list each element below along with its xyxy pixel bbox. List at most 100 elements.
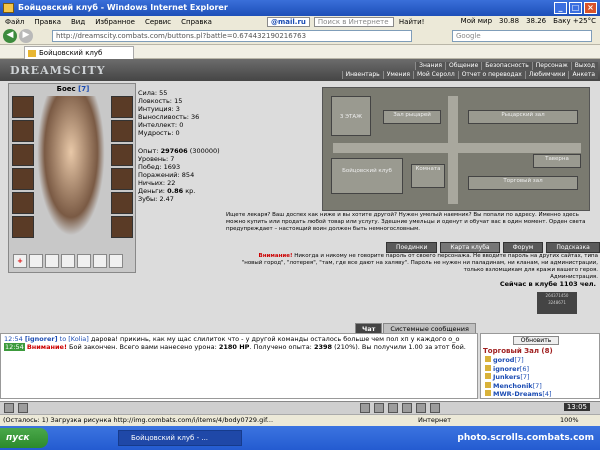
toolbar-btn-4[interactable] (374, 403, 384, 413)
map-hall-knights-2[interactable]: Рыцарский зал (468, 110, 578, 124)
weather: Баку +25°C (553, 17, 596, 25)
user-item[interactable]: Junkers[7] (485, 373, 552, 382)
toolbar-btn-1[interactable] (4, 403, 14, 413)
nav-character[interactable]: Персонаж (531, 62, 571, 70)
toolbar-btn-2[interactable] (18, 403, 28, 413)
hint-button[interactable]: Подсказка (546, 242, 600, 253)
user-item[interactable]: Menchonik[7] (485, 382, 552, 391)
stat-intellect: Интеллект: 0 (138, 121, 184, 129)
online-count: Сейчас в клубе 1103 чел. (499, 280, 596, 288)
slot-gloves[interactable] (111, 168, 133, 190)
toolbar-btn-8[interactable] (430, 403, 440, 413)
nav-profile[interactable]: Анкета (568, 71, 598, 79)
moi-mir-link[interactable]: Мой мир (461, 17, 492, 25)
toolbar-btn-3[interactable] (360, 403, 370, 413)
user-item[interactable]: ignorer[6] (485, 365, 552, 374)
menu-file[interactable]: Файл (0, 18, 29, 26)
nav-security[interactable]: Безопасность (481, 62, 532, 70)
map-fight-club[interactable]: Бойцовский клуб (331, 158, 403, 194)
window-titlebar: Бойцовский клуб - Windows Internet Explo… (0, 0, 600, 16)
status-text: (Осталось: 1) Загрузка рисунка http://im… (3, 416, 274, 424)
mailru-search-input[interactable]: Поиск в Интернете (313, 17, 394, 27)
pocket-slot-5[interactable] (93, 254, 107, 268)
character-figure (37, 96, 105, 236)
slot-belt[interactable] (12, 192, 34, 214)
slot-armor[interactable] (12, 168, 34, 190)
taskbar-item-combats[interactable]: Бойцовский клуб - ... (118, 430, 242, 446)
menu-tools[interactable]: Сервис (140, 18, 176, 26)
refresh-button[interactable]: Обновить (513, 336, 559, 345)
tab-combats[interactable]: Бойцовский клуб (24, 46, 134, 59)
stat-agility: Ловкость: 15 (138, 97, 183, 105)
stat-teeth: Зубы: 2.47 (138, 195, 174, 203)
dreamscity-logo: DREAMSCITY (10, 64, 106, 77)
nav-inventory[interactable]: Инвентарь (341, 71, 383, 79)
map-room[interactable]: Комната (411, 164, 445, 188)
toolbar-btn-7[interactable] (416, 403, 426, 413)
slot-helmet[interactable] (12, 96, 34, 118)
mailru-logo[interactable]: @mail.ru (266, 17, 310, 27)
character-name[interactable]: Боес [7] (9, 84, 137, 94)
url-input[interactable]: http://dreamscity.combats.com/buttons.pl… (52, 30, 412, 42)
health-cross-icon[interactable]: + (13, 254, 27, 268)
pocket-slot-1[interactable] (29, 254, 43, 268)
counter-badge[interactable]: 264371450 3248671 (537, 292, 577, 314)
character-stats: Сила: 55 Ловкость: 15 Интуиция: 3 Выносл… (138, 89, 228, 203)
menu-favorites[interactable]: Избранное (90, 18, 140, 26)
nav-pets[interactable]: Любимчики (524, 71, 569, 79)
nav-knowledge[interactable]: Знания (415, 62, 445, 70)
slot-boots[interactable] (111, 216, 133, 238)
slot-weapon[interactable] (12, 144, 34, 166)
slot-bracer[interactable] (12, 120, 34, 142)
nav-scroll[interactable]: Мой Серолл (413, 71, 458, 79)
chat-line: 12:54 [ignorer] to [Kolia] дарова! прики… (4, 335, 460, 343)
pocket-slot-6[interactable] (109, 254, 123, 268)
slot-shield[interactable] (111, 192, 133, 214)
location-description: Ищете лекаря? Ваш доспех как ниже и вы х… (226, 212, 586, 232)
google-search-input[interactable]: Google (452, 30, 592, 42)
nav-chat[interactable]: Общение (444, 62, 482, 70)
forward-icon[interactable]: ▶ (19, 29, 33, 43)
nav-skills[interactable]: Умения (382, 71, 413, 79)
stock-2: 38.26 (526, 17, 547, 25)
forum-button[interactable]: Форум (502, 242, 544, 253)
map-hall-knights[interactable]: Зал рыцарей (383, 110, 441, 124)
taskbar: пуск Бойцовский клуб - ... photo.scrolls… (0, 426, 600, 450)
nav-transfers[interactable]: Отчет о переводах (457, 71, 525, 79)
stat-money: Деньги: 0.86 кр. (138, 187, 196, 195)
pocket-slot-4[interactable] (77, 254, 91, 268)
slot-amulet[interactable] (111, 120, 133, 142)
map-hall-trade[interactable]: Торговый зал (468, 176, 578, 190)
fights-button[interactable]: Поединки (386, 242, 438, 253)
club-map: 3 ЭТАЖ Зал рыцарей Рыцарский зал Торговы… (322, 87, 590, 211)
zoom-level[interactable]: 100% (560, 415, 579, 426)
character-panel: Боес [7] + (8, 83, 136, 273)
minimize-button[interactable]: _ (554, 2, 567, 14)
user-item[interactable]: MWR-Dreams[4] (485, 390, 552, 399)
slot-earring[interactable] (111, 96, 133, 118)
pocket-slot-2[interactable] (45, 254, 59, 268)
menu-help[interactable]: Справка (176, 18, 217, 26)
map-tavern[interactable]: Таверна (533, 154, 581, 168)
menu-edit[interactable]: Правка (29, 18, 66, 26)
pocket-slot-3[interactable] (61, 254, 75, 268)
menu-view[interactable]: Вид (66, 18, 90, 26)
club-map-button[interactable]: Карта клуба (440, 242, 500, 253)
tab-strip: Бойцовский клуб (0, 45, 600, 59)
toolbar-btn-5[interactable] (388, 403, 398, 413)
slot-ring[interactable] (111, 144, 133, 166)
user-item[interactable]: gorod[7] (485, 356, 552, 365)
slot-pants[interactable] (12, 216, 34, 238)
game-top-nav: DREAMSCITY Знания Общение Безопасность П… (0, 59, 600, 81)
ie-icon (3, 3, 14, 13)
start-button[interactable]: пуск (0, 428, 48, 448)
nav-exit[interactable]: Выход (570, 62, 598, 70)
find-button[interactable]: Найти! (394, 18, 430, 26)
zone-internet: Интернет (418, 416, 452, 424)
toolbar-btn-6[interactable] (402, 403, 412, 413)
back-icon[interactable]: ◀ (3, 29, 17, 43)
stat-losses: Поражений: 854 (138, 171, 195, 179)
room-name: Торговый Зал (8) (483, 347, 553, 355)
close-button[interactable]: × (584, 2, 597, 14)
maximize-button[interactable]: □ (569, 2, 582, 14)
